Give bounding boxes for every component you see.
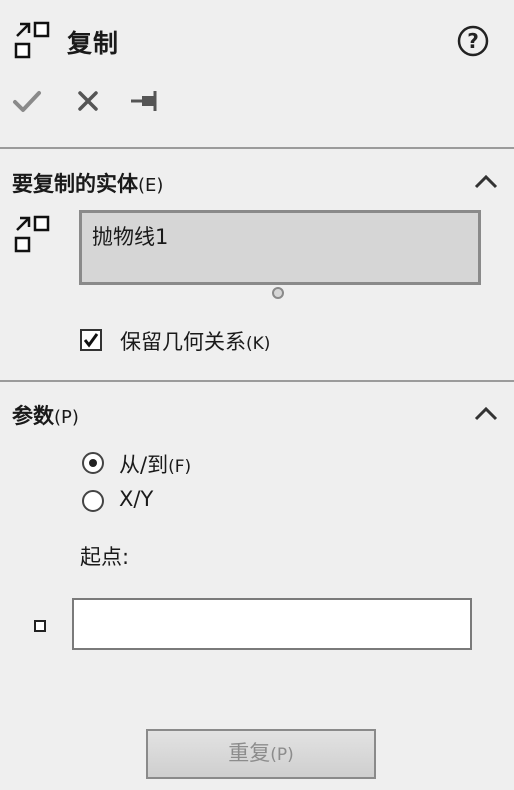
from-to-label: 从/到(F) [119,453,192,477]
svg-text:?: ? [467,29,479,53]
entity-list-item[interactable]: 抛物线1 [92,221,468,251]
copy-entities-icon [14,21,50,59]
help-icon[interactable]: ? [456,24,490,58]
point-icon [34,620,46,632]
panel-header: 复制 ? [0,0,514,78]
action-bar [0,80,514,122]
chevron-up-icon[interactable] [470,170,502,194]
repeat-button[interactable]: 重复(P) [146,729,376,779]
close-icon[interactable] [71,84,105,118]
copy-entities-icon [14,215,50,253]
entities-section-title[interactable]: 要复制的实体(E) [12,168,163,198]
copy-property-manager: 复制 ? 要复制的实体(E) 抛物线1 保留几何关系(K) 参数(P) 从/到(… [0,0,514,790]
checkmark-icon[interactable] [10,84,44,118]
xy-radio[interactable] [82,490,104,512]
section-divider [0,147,514,149]
chevron-up-icon[interactable] [470,402,502,426]
entities-selection-box[interactable]: 抛物线1 [79,210,481,285]
start-point-label: 起点: [80,545,130,569]
from-to-radio[interactable] [82,452,104,474]
panel-title: 复制 [67,29,120,58]
keep-relations-checkbox[interactable] [80,329,102,351]
pushpin-icon[interactable] [128,84,162,118]
start-point-field[interactable] [72,598,472,650]
checkmark-icon [83,333,99,348]
xy-label: X/Y [119,487,154,511]
section-divider [0,380,514,382]
resize-handle[interactable] [272,287,284,299]
keep-relations-label: 保留几何关系(K) [120,330,271,354]
parameters-section-title[interactable]: 参数(P) [12,400,79,430]
